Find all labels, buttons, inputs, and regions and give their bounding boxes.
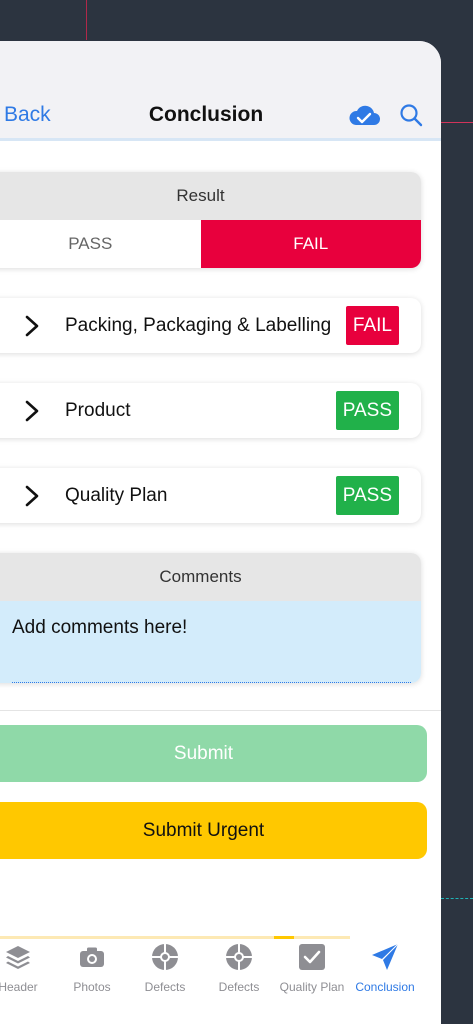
- background-line: [86, 0, 87, 40]
- background-dashed-line: [441, 898, 473, 899]
- camera-icon: [80, 947, 104, 967]
- search-icon[interactable]: [399, 103, 423, 127]
- tab-defects[interactable]: Defects: [202, 942, 276, 1012]
- result-card: Result PASS FAIL: [0, 172, 421, 268]
- section-label: Product: [65, 400, 131, 421]
- tab-label: Photos: [73, 980, 111, 994]
- section-label: Quality Plan: [65, 485, 168, 506]
- pass-option[interactable]: PASS: [0, 220, 201, 268]
- tab-bar-accent: [0, 936, 350, 939]
- tab-header[interactable]: Header: [0, 942, 55, 1012]
- result-segmented-control: PASS FAIL: [0, 220, 421, 268]
- section-row-packing[interactable]: Packing, Packaging & Labelling FAIL: [0, 298, 421, 353]
- navigation-bar: Back Conclusion: [0, 41, 441, 141]
- divider: [0, 710, 441, 711]
- tab-photos[interactable]: Photos: [55, 942, 129, 1012]
- comments-heading: Comments: [0, 553, 421, 601]
- section-row-quality-plan[interactable]: Quality Plan PASS: [0, 468, 421, 523]
- section-row-product[interactable]: Product PASS: [0, 383, 421, 438]
- comments-card: Comments Add comments here!: [0, 553, 421, 683]
- status-badge: PASS: [335, 476, 399, 515]
- submit-button[interactable]: Submit: [0, 725, 427, 782]
- cloud-check-icon[interactable]: [347, 103, 381, 127]
- status-badge: FAIL: [345, 306, 399, 345]
- checkbox-icon: [299, 944, 325, 970]
- background-line: [441, 122, 473, 123]
- chevron-right-icon: [25, 315, 39, 336]
- tab-quality-plan[interactable]: Quality Plan: [275, 942, 349, 1012]
- paper-plane-icon: [372, 943, 399, 970]
- layers-icon: [6, 946, 30, 969]
- status-badge: PASS: [335, 391, 399, 430]
- submit-urgent-button[interactable]: Submit Urgent: [0, 802, 427, 859]
- tab-bar: Header Photos Defects Defects Quality Pl…: [0, 936, 441, 1024]
- tab-defects[interactable]: Defects: [128, 942, 202, 1012]
- result-heading: Result: [0, 172, 421, 220]
- conclusion-panel: Back Conclusion Result PASS FAIL Packing…: [0, 41, 441, 1024]
- comments-placeholder: Add comments here!: [12, 617, 188, 638]
- fail-option[interactable]: FAIL: [200, 220, 421, 268]
- tab-label: Defects: [144, 980, 186, 994]
- tab-bar-accent: [274, 936, 294, 939]
- chevron-right-icon: [25, 485, 39, 506]
- target-icon: [151, 943, 179, 971]
- comments-field[interactable]: Add comments here!: [0, 601, 421, 683]
- tab-label: Conclusion: [355, 980, 415, 994]
- tab-label: Header: [0, 980, 38, 994]
- chevron-right-icon: [25, 400, 39, 421]
- tab-label: Quality Plan: [279, 980, 345, 994]
- tab-label: Defects: [218, 980, 260, 994]
- field-underline: [12, 682, 411, 683]
- section-label: Packing, Packaging & Labelling: [65, 315, 332, 336]
- tab-conclusion[interactable]: Conclusion: [348, 942, 422, 1012]
- target-icon: [225, 943, 253, 971]
